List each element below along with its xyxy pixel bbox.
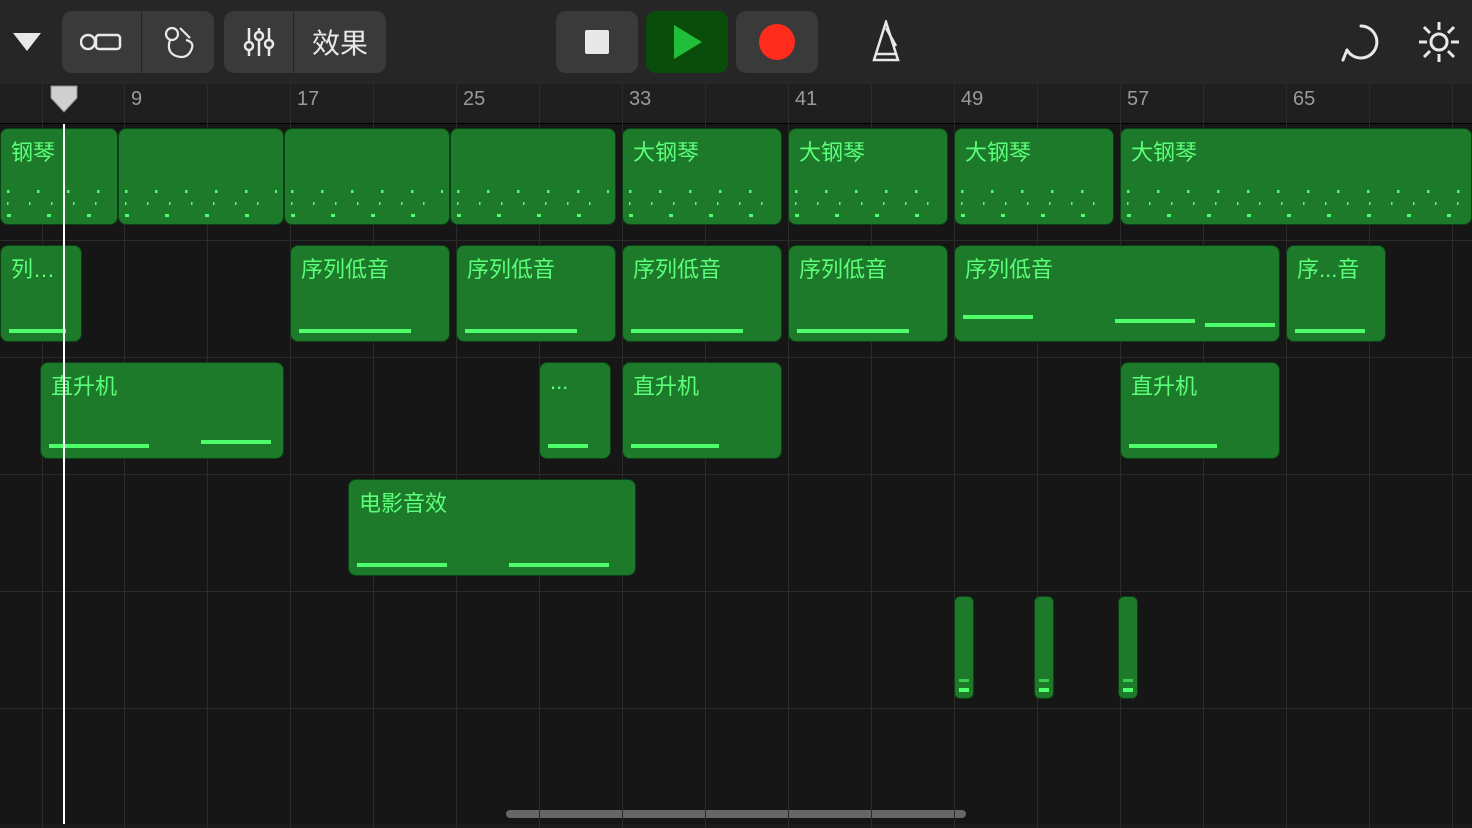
clip-hit[interactable] xyxy=(1118,596,1138,699)
clip-label: 直升机 xyxy=(51,369,273,401)
bar-marker xyxy=(539,84,546,124)
tracks-view-icon xyxy=(80,28,124,56)
home-indicator xyxy=(506,810,966,818)
clip-piano[interactable] xyxy=(118,128,284,225)
clip-bass[interactable]: 序列低音 xyxy=(788,245,948,342)
bar-marker xyxy=(373,84,380,124)
view-instrument-button[interactable] xyxy=(142,11,214,73)
bar-marker xyxy=(1452,84,1459,124)
toolbar: 效果 xyxy=(0,0,1472,84)
clip-bass[interactable]: 列低音 xyxy=(0,245,82,342)
clip-label: 序列低音 xyxy=(467,252,605,284)
bar-marker xyxy=(1203,84,1210,124)
clip-bass[interactable]: 序列低音 xyxy=(456,245,616,342)
instrument-icon xyxy=(158,22,198,62)
clip-cinematic[interactable]: 电影音效 xyxy=(348,479,636,576)
bar-marker xyxy=(705,84,712,124)
transport-controls xyxy=(556,11,916,73)
clip-piano[interactable] xyxy=(284,128,450,225)
play-icon xyxy=(672,25,702,59)
stop-button[interactable] xyxy=(556,11,638,73)
sliders-icon xyxy=(239,22,279,62)
clip-label: 序列低音 xyxy=(799,252,937,284)
clip-piano[interactable]: 大钢琴 xyxy=(622,128,782,225)
bar-marker: 65 xyxy=(1286,84,1315,124)
effects-button[interactable]: 效果 xyxy=(294,11,386,73)
track-lane[interactable] xyxy=(0,475,1472,592)
view-mode-group xyxy=(62,11,214,73)
metronome-button[interactable] xyxy=(856,11,916,73)
playhead-line xyxy=(63,124,65,824)
clip-helicopter[interactable]: 直升机 xyxy=(40,362,284,459)
tracks-area[interactable]: 钢琴大钢琴大钢琴大钢琴大钢琴列低音序列低音序列低音序列低音序列低音序列低音序..… xyxy=(0,124,1472,824)
clip-bass[interactable]: 序列低音 xyxy=(290,245,450,342)
clip-label: 序...音 xyxy=(1297,252,1375,284)
metronome-icon xyxy=(866,20,906,64)
bar-marker: 17 xyxy=(290,84,319,124)
loop-icon xyxy=(1339,20,1383,64)
clip-hit[interactable] xyxy=(954,596,974,699)
clip-label: 钢琴 xyxy=(11,135,107,167)
clip-label: 大钢琴 xyxy=(1131,135,1461,167)
bar-marker xyxy=(207,84,214,124)
stop-icon xyxy=(583,28,611,56)
clip-label: ... xyxy=(550,369,600,395)
bar-marker: 57 xyxy=(1120,84,1149,124)
bar-marker: 49 xyxy=(954,84,983,124)
settings-button[interactable] xyxy=(1410,13,1468,71)
clip-label: 大钢琴 xyxy=(799,135,937,167)
mixer-button[interactable] xyxy=(224,11,294,73)
view-tracks-button[interactable] xyxy=(62,11,142,73)
gear-icon xyxy=(1417,20,1461,64)
clip-bass[interactable]: 序列低音 xyxy=(622,245,782,342)
record-icon xyxy=(757,22,797,62)
chevron-down-icon xyxy=(13,33,41,51)
clip-label: 序列低音 xyxy=(301,252,439,284)
clip-label: 电影音效 xyxy=(359,486,625,518)
bar-marker xyxy=(871,84,878,124)
bar-marker xyxy=(42,84,49,124)
bar-marker: 9 xyxy=(124,84,142,124)
clip-piano[interactable]: 大钢琴 xyxy=(954,128,1114,225)
bar-marker xyxy=(1037,84,1044,124)
clip-label: 大钢琴 xyxy=(633,135,771,167)
bar-marker: 41 xyxy=(788,84,817,124)
clip-piano[interactable]: 大钢琴 xyxy=(788,128,948,225)
clip-label: 大钢琴 xyxy=(965,135,1103,167)
tracks-dropdown-button[interactable] xyxy=(2,11,52,73)
clip-label: 直升机 xyxy=(633,369,771,401)
clip-label: 序列低音 xyxy=(633,252,771,284)
clip-piano[interactable]: 钢琴 xyxy=(0,128,118,225)
clip-label: 序列低音 xyxy=(965,252,1269,284)
clip-bass[interactable]: 序...音 xyxy=(1286,245,1386,342)
clip-bass[interactable]: 序列低音 xyxy=(954,245,1280,342)
playhead-handle[interactable] xyxy=(49,84,79,110)
clip-hit[interactable] xyxy=(1034,596,1054,699)
clip-piano[interactable]: 大钢琴 xyxy=(1120,128,1472,225)
track-lane[interactable] xyxy=(0,592,1472,709)
clip-piano[interactable] xyxy=(450,128,616,225)
clip-helicopter[interactable]: 直升机 xyxy=(1120,362,1280,459)
clip-label: 直升机 xyxy=(1131,369,1269,401)
record-button[interactable] xyxy=(736,11,818,73)
bar-marker: 25 xyxy=(456,84,485,124)
clip-helicopter[interactable]: 直升机 xyxy=(622,362,782,459)
bar-marker: 33 xyxy=(622,84,651,124)
clip-label: 列低音 xyxy=(11,252,71,284)
bar-marker xyxy=(1369,84,1376,124)
mixer-fx-group: 效果 xyxy=(224,11,386,73)
clip-helicopter[interactable]: ... xyxy=(539,362,611,459)
right-controls xyxy=(1332,13,1472,71)
timeline-ruler[interactable]: 9 17 25 33 41 49 57 65 xyxy=(0,84,1472,124)
loop-browser-button[interactable] xyxy=(1332,13,1390,71)
play-button[interactable] xyxy=(646,11,728,73)
